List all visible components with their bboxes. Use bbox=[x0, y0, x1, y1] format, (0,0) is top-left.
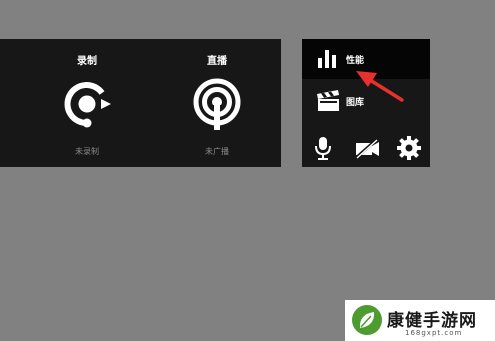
live-status: 未广播 bbox=[205, 147, 229, 156]
capture-panel: 录制 未录制 直播 未广播 bbox=[0, 39, 281, 167]
watermark-badge: 康健手游网 168gxpt.com bbox=[345, 300, 495, 341]
broadcast-icon[interactable] bbox=[190, 77, 244, 131]
watermark-url: 168gxpt.com bbox=[405, 329, 463, 337]
leaf-logo-icon bbox=[351, 304, 383, 336]
side-menu-panel: 性能 图库 bbox=[302, 39, 430, 167]
menu-label-performance: 性能 bbox=[346, 56, 365, 66]
live-title: 直播 bbox=[207, 56, 227, 67]
gear-icon[interactable] bbox=[396, 135, 422, 161]
bar-chart-icon bbox=[316, 48, 340, 70]
watermark-name: 康健手游网 bbox=[387, 311, 477, 331]
record-status: 未录制 bbox=[75, 147, 99, 156]
clapperboard-icon bbox=[316, 90, 340, 112]
record-icon[interactable] bbox=[60, 77, 114, 131]
camera-off-icon[interactable] bbox=[354, 135, 380, 161]
menu-item-gallery[interactable]: 图库 bbox=[302, 81, 430, 121]
menu-label-gallery: 图库 bbox=[346, 98, 365, 108]
record-title: 录制 bbox=[77, 56, 97, 67]
menu-item-performance[interactable]: 性能 bbox=[302, 39, 430, 79]
microphone-icon[interactable] bbox=[310, 135, 336, 161]
bottom-toolbar bbox=[302, 135, 430, 163]
